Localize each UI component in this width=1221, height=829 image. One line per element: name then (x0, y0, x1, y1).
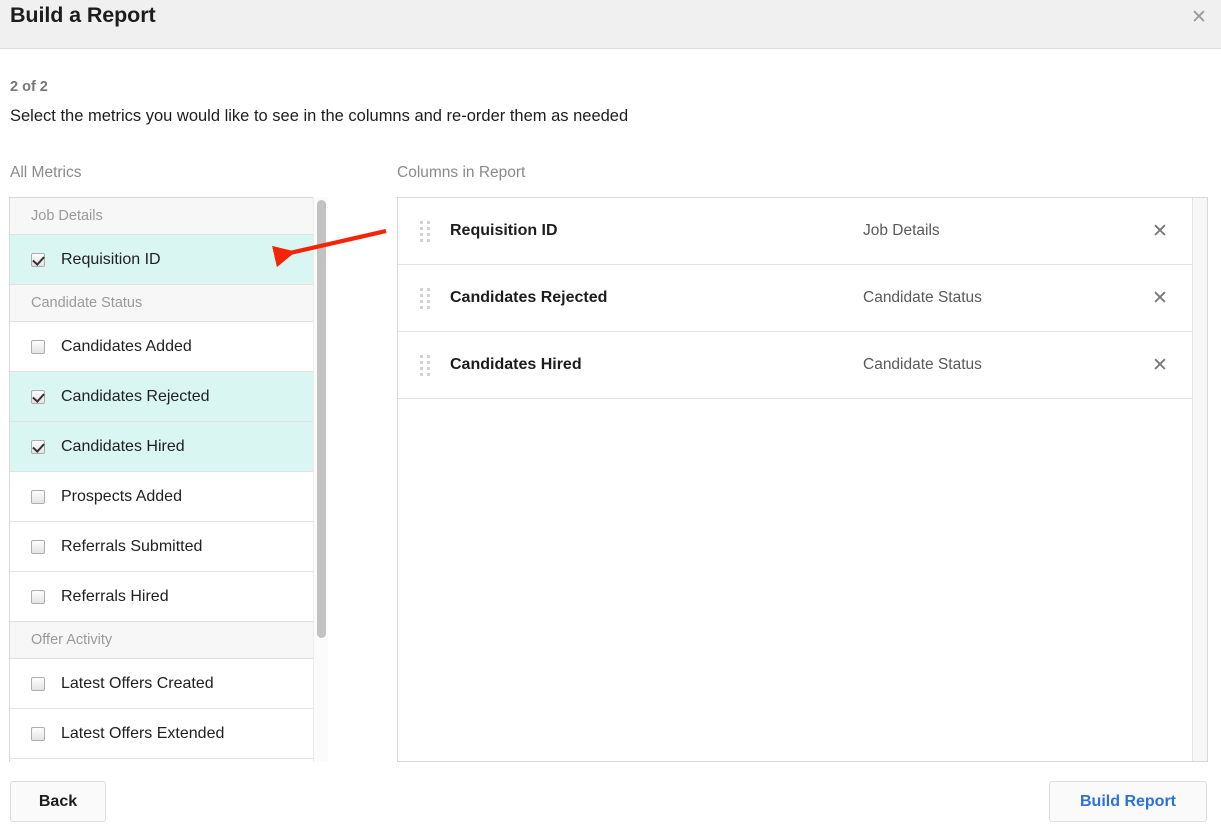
all-metrics-scrollbar-thumb[interactable] (317, 200, 326, 638)
metric-row[interactable]: Prospects Added (10, 472, 327, 522)
metric-checkbox[interactable] (31, 539, 45, 554)
metric-row[interactable]: Candidates Rejected (10, 372, 327, 422)
column-category: Candidate Status (863, 356, 982, 373)
metric-label: Requisition ID (61, 250, 161, 268)
drag-handle-icon[interactable] (420, 354, 430, 376)
column-row[interactable]: Requisition ID Job Details ✕ (398, 198, 1192, 265)
metric-group-header: Offer Activity (10, 622, 327, 659)
columns-in-report-list: Requisition ID Job Details ✕ Candidates Rej… (398, 198, 1193, 761)
metric-row[interactable]: Referrals Hired (10, 572, 327, 622)
build-report-modal: Build a Report ✕ 2 of 2 Select the metri… (0, 0, 1221, 829)
metric-label: Candidates Hired (61, 437, 185, 455)
metric-row[interactable]: Referrals Submitted (10, 522, 327, 572)
metric-label: Candidates Added (61, 337, 192, 355)
modal-header: Build a Report ✕ (0, 0, 1221, 49)
metric-row[interactable]: Candidates Added (10, 322, 327, 372)
build-report-button[interactable]: Build Report (1049, 781, 1207, 822)
metric-checkbox[interactable] (31, 339, 45, 354)
drag-handle-icon[interactable] (420, 287, 430, 309)
instructions-text: Select the metrics you would like to see… (10, 107, 629, 125)
metric-checkbox[interactable] (31, 726, 45, 741)
columns-in-report-label: Columns in Report (397, 164, 526, 181)
back-button[interactable]: Back (10, 781, 106, 822)
page-title: Build a Report (10, 3, 156, 27)
metric-row[interactable]: Requisition ID (10, 235, 327, 285)
all-metrics-scroll-content: Job Details Requisition ID Candidate Statu… (10, 198, 327, 759)
all-metrics-list[interactable]: Job Details Requisition ID Candidate Statu… (9, 197, 328, 762)
columns-panel-gutter (1193, 198, 1207, 761)
column-name: Candidates Hired (450, 356, 582, 373)
column-category: Candidate Status (863, 289, 982, 306)
metric-label: Referrals Submitted (61, 537, 203, 555)
metric-label: Referrals Hired (61, 587, 169, 605)
all-metrics-label: All Metrics (10, 164, 82, 181)
metric-checkbox[interactable] (31, 489, 45, 504)
drag-handle-icon[interactable] (420, 220, 430, 242)
metric-checkbox[interactable] (31, 252, 45, 267)
metric-checkbox[interactable] (31, 676, 45, 691)
column-row[interactable]: Candidates Rejected Candidate Status ✕ (398, 265, 1192, 332)
column-name: Requisition ID (450, 222, 558, 239)
metric-label: Latest Offers Extended (61, 724, 225, 742)
metric-row[interactable]: Latest Offers Created (10, 659, 327, 709)
metric-row[interactable]: Candidates Hired (10, 422, 327, 472)
column-category: Job Details (863, 222, 940, 239)
remove-column-icon[interactable]: ✕ (1128, 355, 1192, 375)
all-metrics-scrollbar-track[interactable] (313, 197, 328, 762)
close-icon[interactable]: ✕ (1185, 3, 1213, 31)
metric-label: Candidates Rejected (61, 387, 210, 405)
remove-column-icon[interactable]: ✕ (1128, 288, 1192, 308)
metric-checkbox[interactable] (31, 389, 45, 404)
metric-checkbox[interactable] (31, 439, 45, 454)
metric-checkbox[interactable] (31, 589, 45, 604)
remove-column-icon[interactable]: ✕ (1128, 221, 1192, 241)
column-name: Candidates Rejected (450, 289, 608, 306)
columns-in-report-panel: Requisition ID Job Details ✕ Candidates Rej… (397, 197, 1208, 762)
metric-label: Prospects Added (61, 487, 182, 505)
metric-group-header: Candidate Status (10, 285, 327, 322)
step-counter: 2 of 2 (10, 79, 48, 95)
metric-group-header: Job Details (10, 198, 327, 235)
metric-label: Latest Offers Created (61, 674, 214, 692)
column-row[interactable]: Candidates Hired Candidate Status ✕ (398, 332, 1192, 399)
metric-row[interactable]: Latest Offers Extended (10, 709, 327, 759)
